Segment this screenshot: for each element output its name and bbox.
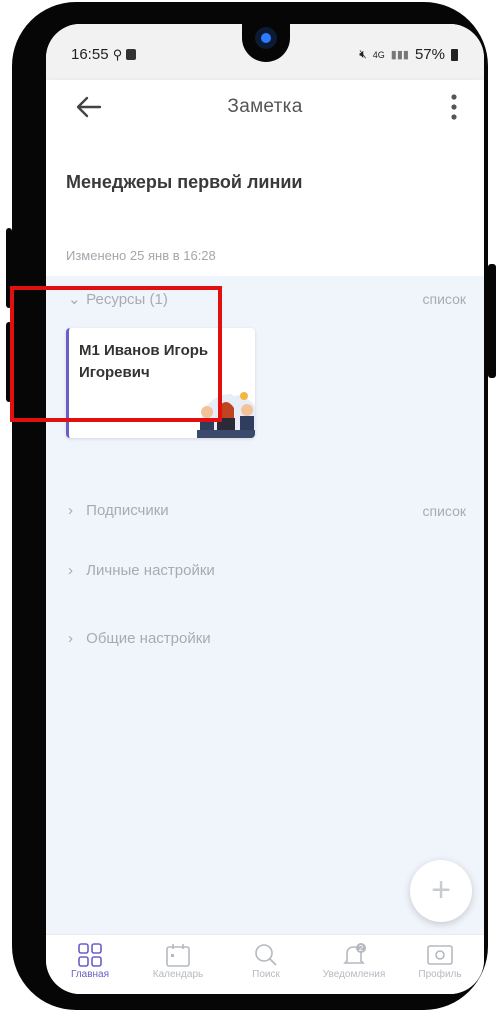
status-time: 16:55 <box>71 46 109 63</box>
nav-calendar-label: Календарь <box>152 969 204 980</box>
section-general-settings-label: Общие настройки <box>86 630 211 647</box>
nav-calendar[interactable]: Календарь <box>138 939 218 980</box>
notifications-badge: 2 <box>359 944 364 953</box>
phone-frame: 16:55 ⚲ 🔇︎ 4G ▮▮▮ 57% Заметка Менеджеры … <box>6 2 496 1010</box>
mute-icon: 🔇︎ <box>359 47 367 61</box>
nav-search[interactable]: Поиск <box>226 939 306 980</box>
section-subscribers-label: Подписчики <box>86 502 169 519</box>
nav-profile[interactable]: Профиль <box>400 939 480 980</box>
network-label: 4G <box>372 49 385 60</box>
nav-home-label: Главная <box>70 969 110 980</box>
screen: 16:55 ⚲ 🔇︎ 4G ▮▮▮ 57% Заметка Менеджеры … <box>46 24 484 994</box>
nav-profile-label: Профиль <box>418 969 462 980</box>
calendar-icon <box>166 944 190 967</box>
page-title: Заметка <box>227 96 303 117</box>
modified-timestamp: Изменено 25 янв в 16:28 <box>66 248 216 263</box>
search-icon <box>255 944 277 966</box>
section-personal-settings-label: Личные настройки <box>86 562 215 579</box>
home-grid-icon <box>78 943 102 967</box>
note-title: Менеджеры первой линии <box>66 172 303 192</box>
chevron-right-icon: › <box>68 502 73 519</box>
signal-icon: ▮▮▮ <box>390 49 409 61</box>
nav-notifications[interactable]: 2 Уведомления <box>314 939 394 980</box>
profile-card-icon <box>427 945 453 965</box>
note-content: Менеджеры первой линии Изменено 25 янв в… <box>46 134 484 934</box>
battery-icon <box>451 48 458 61</box>
more-menu-icon[interactable] <box>450 94 458 120</box>
nav-notifications-label: Уведомления <box>322 969 386 980</box>
nav-search-label: Поиск <box>252 969 280 980</box>
app-bar: Заметка <box>46 80 484 134</box>
app-status-icon <box>126 49 137 60</box>
bottom-navigation: Главная Календарь Поиск 2 Уведомления Пр… <box>46 934 484 994</box>
highlight-box <box>10 286 222 422</box>
section-subscribers[interactable]: › Подписчики <box>68 502 169 519</box>
section-personal-settings[interactable]: › Личные настройки <box>68 562 215 579</box>
battery-label: 57% <box>414 46 445 63</box>
camera-lens <box>255 27 277 49</box>
chevron-right-icon: › <box>68 562 73 579</box>
note-header: Менеджеры первой линии Изменено 25 янв в… <box>46 134 484 276</box>
chevron-right-icon: › <box>68 630 73 647</box>
section-subscribers-view[interactable]: список <box>423 503 466 519</box>
nav-home[interactable]: Главная <box>50 939 130 980</box>
add-button[interactable]: + <box>410 860 472 922</box>
section-general-settings[interactable]: › Общие настройки <box>68 630 211 647</box>
search-status-icon: ⚲ <box>112 47 123 62</box>
bell-icon: 2 <box>343 943 366 964</box>
power-button <box>488 264 496 378</box>
section-resources-view[interactable]: список <box>423 291 466 307</box>
